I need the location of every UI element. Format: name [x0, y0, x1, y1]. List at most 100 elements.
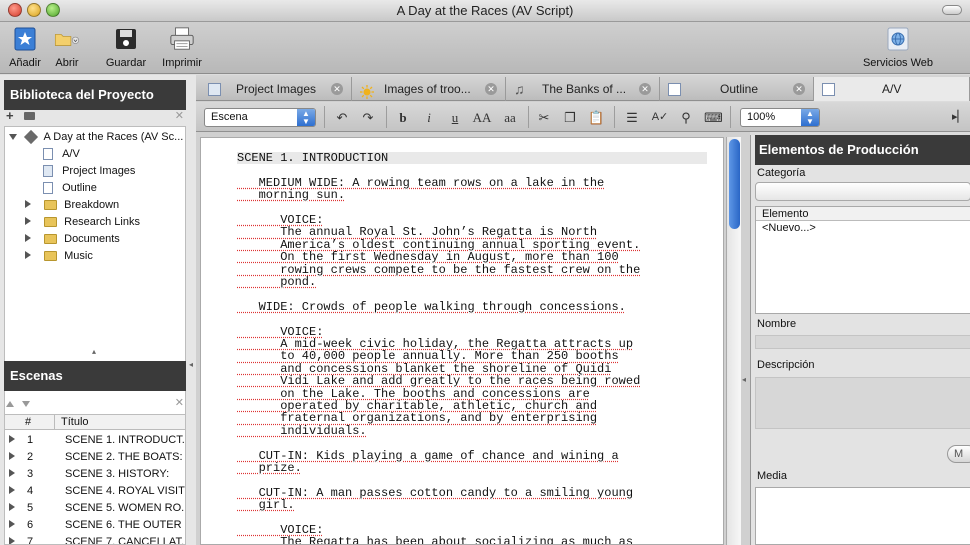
remove-scene-icon[interactable]: ✕ — [175, 396, 184, 409]
italic-button[interactable]: i — [422, 110, 436, 125]
collapse-triangle-icon[interactable] — [25, 251, 31, 259]
close-tab-icon[interactable]: ✕ — [485, 83, 497, 95]
bold-button[interactable]: b — [396, 110, 410, 125]
expand-triangle-icon[interactable] — [9, 486, 15, 494]
tree-item-project[interactable]: A Day at the Races (AV Sc... — [9, 129, 185, 146]
save-button[interactable]: Guardar — [96, 26, 156, 69]
tree-item-breakdown[interactable]: Breakdown — [25, 197, 183, 214]
find-button[interactable]: ⚲ — [678, 110, 694, 125]
tab-images-of-troops[interactable]: Images of troo... ✕ — [352, 77, 506, 101]
table-row[interactable]: 7 SCENE 7. CANCELLAT... — [5, 534, 185, 544]
move-up-icon[interactable] — [6, 401, 14, 407]
category-select[interactable] — [755, 182, 970, 201]
expand-triangle-icon[interactable] — [9, 503, 15, 511]
tree-item-documents[interactable]: Documents — [25, 231, 183, 248]
table-row[interactable]: 4 SCENE 4. ROYAL VISITS: — [5, 483, 185, 500]
paste-button[interactable]: 📋 — [588, 110, 604, 125]
tab-av[interactable]: A/V — [814, 77, 970, 101]
zoom-select[interactable]: 100% ▲ ▼ — [740, 108, 820, 127]
splitter-handle-icon[interactable]: ▴ — [92, 347, 96, 356]
spellcheck-button[interactable]: A✓ — [650, 110, 670, 125]
expand-triangle-icon[interactable] — [9, 134, 17, 140]
print-button[interactable]: Imprimir — [152, 26, 212, 69]
undo-button[interactable]: ↶ — [334, 110, 350, 125]
script-line[interactable] — [237, 437, 707, 449]
script-line[interactable]: CUT-IN: A man passes cotton candy to a s… — [237, 486, 707, 499]
table-row[interactable]: 2 SCENE 2. THE BOATS: — [5, 449, 185, 466]
uppercase-button[interactable]: AA — [470, 110, 494, 125]
script-line[interactable]: On the first Wednesday in August, more t… — [237, 251, 707, 264]
remove-item-icon[interactable]: ✕ — [175, 109, 184, 122]
script-editor[interactable]: SCENE 1. INTRODUCTION MEDIUM WIDE: A row… — [200, 137, 724, 545]
table-row[interactable]: 5 SCENE 5. WOMEN RO... — [5, 500, 185, 517]
script-line[interactable] — [237, 164, 707, 176]
script-line[interactable]: Vidi Lake and add greatly to the races b… — [237, 375, 707, 388]
tree-item-music[interactable]: Music — [25, 248, 183, 265]
editor-scrollbar[interactable] — [726, 137, 741, 545]
close-tab-icon[interactable]: ✕ — [639, 83, 651, 95]
column-header-number[interactable]: # — [5, 415, 55, 430]
collapse-triangle-icon[interactable] — [25, 217, 31, 225]
web-services-button[interactable]: Servicios Web — [858, 26, 938, 69]
document-button[interactable]: ☰ — [624, 110, 640, 125]
splitter-handle-icon[interactable]: ◂ — [742, 375, 746, 384]
script-line[interactable]: to 40,000 people annually. More than 250… — [237, 350, 707, 363]
tree-item-project-images[interactable]: Project Images — [43, 163, 183, 180]
copy-button[interactable]: ❐ — [562, 110, 578, 125]
table-row[interactable]: 1 SCENE 1. INTRODUCT... — [5, 432, 185, 449]
toolbar-toggle-button[interactable] — [942, 5, 962, 15]
script-line[interactable]: CUT-IN: Kids playing a game of chance an… — [237, 449, 707, 462]
scrollbar-thumb[interactable] — [729, 139, 740, 229]
open-button[interactable]: Abrir — [37, 26, 97, 69]
new-element-item[interactable]: <Nuevo...> — [756, 221, 970, 236]
script-line[interactable] — [237, 313, 707, 325]
script-line[interactable]: morning sun. — [237, 189, 707, 202]
underline-button[interactable]: u — [448, 110, 462, 125]
splitter-handle-icon[interactable]: ◂ — [189, 360, 193, 369]
script-line[interactable]: girl. — [237, 499, 707, 512]
script-line[interactable]: The annual Royal St. John’s Regatta is N… — [237, 226, 707, 239]
name-field[interactable] — [755, 335, 970, 349]
description-field[interactable] — [755, 377, 970, 429]
media-well[interactable] — [755, 487, 970, 545]
collapse-triangle-icon[interactable] — [25, 234, 31, 242]
script-text[interactable]: SCENE 1. INTRODUCTION MEDIUM WIDE: A row… — [237, 152, 707, 544]
tree-item-av[interactable]: A/V — [43, 146, 183, 163]
tree-item-research-links[interactable]: Research Links — [25, 214, 183, 231]
expand-triangle-icon[interactable] — [9, 537, 15, 544]
script-line[interactable]: WIDE: Crowds of people walking through c… — [237, 300, 707, 313]
tree-item-outline[interactable]: Outline — [43, 180, 183, 197]
redo-button[interactable]: ↷ — [360, 110, 376, 125]
script-line[interactable]: The Regatta has been about socializing a… — [237, 536, 707, 544]
tab-project-images[interactable]: Project Images ✕ — [200, 77, 352, 101]
style-select[interactable]: Escena ▲ ▼ — [204, 108, 316, 127]
expand-triangle-icon[interactable] — [9, 469, 15, 477]
script-line[interactable]: prize. — [237, 462, 707, 475]
close-tab-icon[interactable]: ✕ — [331, 83, 343, 95]
expand-triangle-icon[interactable] — [9, 520, 15, 528]
media-action-button[interactable]: M — [947, 445, 970, 463]
element-list[interactable]: Elemento <Nuevo...> — [755, 206, 970, 314]
column-header-title[interactable]: Título — [55, 415, 185, 430]
scene-heading-line[interactable]: SCENE 1. INTRODUCTION — [237, 152, 707, 164]
tab-outline[interactable]: Outline ✕ — [660, 77, 814, 101]
lowercase-button[interactable]: aa — [500, 110, 520, 125]
element-column-header[interactable]: Elemento — [756, 207, 970, 221]
add-item-icon[interactable]: + — [6, 108, 14, 123]
new-folder-icon[interactable] — [24, 112, 35, 120]
script-line[interactable]: pond. — [237, 276, 707, 289]
table-row[interactable]: 3 SCENE 3. HISTORY: — [5, 466, 185, 483]
toggle-inspector-button[interactable]: ▸▏ — [952, 110, 966, 125]
close-tab-icon[interactable]: ✕ — [793, 83, 805, 95]
move-down-icon[interactable] — [22, 401, 30, 407]
cut-button[interactable]: ✂ — [536, 110, 552, 125]
table-row[interactable]: 6 SCENE 6. THE OUTER ... — [5, 517, 185, 534]
collapse-triangle-icon[interactable] — [25, 200, 31, 208]
expand-triangle-icon[interactable] — [9, 435, 15, 443]
script-line[interactable]: individuals. — [237, 424, 707, 437]
expand-triangle-icon[interactable] — [9, 452, 15, 460]
script-line[interactable] — [237, 288, 707, 300]
tab-banks[interactable]: ♫ The Banks of ... ✕ — [506, 77, 660, 101]
script-line[interactable]: fraternal organizations, and by enterpri… — [237, 412, 707, 425]
keyboard-button[interactable]: ⌨ — [704, 110, 723, 125]
